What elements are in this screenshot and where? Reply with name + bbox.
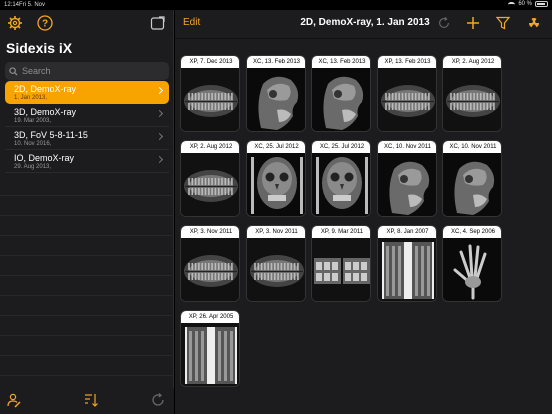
patient-item[interactable]: 3D, FoV 5-8-11-15 10. Nov 2016, — [5, 127, 169, 150]
filter-icon[interactable] — [496, 16, 510, 30]
xray-image — [246, 68, 305, 131]
xray-image — [312, 153, 370, 216]
main-panel: Edit 2D, DemoX-ray, 1. Jan 2013 XP, 7. D… — [175, 10, 552, 414]
sidebar: ? Sidexis iX 2D, DemoX-ray 1. Jan 2013, … — [0, 10, 174, 414]
patient-list: 2D, DemoX-ray 1. Jan 2013, 3D, DemoX-ray… — [0, 81, 174, 173]
xray-image — [246, 238, 305, 301]
xray-thumbnail[interactable]: XP, 7. Dec 2013 — [180, 55, 240, 132]
thumbnail-label: XC, 25. Jul 2012 — [312, 141, 370, 153]
xray-thumbnail[interactable]: XP, 2. Aug 2012 — [442, 55, 502, 132]
xray-thumbnail[interactable]: XC, 25. Jul 2012 — [311, 140, 371, 217]
sort-icon[interactable] — [83, 392, 99, 408]
sidebar-title: Sidexis iX — [6, 40, 73, 56]
battery-icon — [535, 1, 548, 7]
new-window-icon[interactable] — [150, 15, 166, 31]
patient-name: 2D, DemoX-ray — [14, 84, 77, 94]
thumbnail-label: XP, 8. Jan 2007 — [377, 226, 436, 238]
status-date: Fri 5. Nov — [19, 2, 46, 8]
xray-image — [377, 153, 436, 216]
thumbnail-label: XP, 13. Feb 2013 — [377, 56, 436, 68]
xray-thumbnail[interactable]: XC, 10. Nov 2011 — [376, 140, 437, 217]
thumbnail-label: XC, 4. Sep 2006 — [443, 226, 501, 238]
thumbnail-label: XC, 25. Jul 2012 — [246, 141, 305, 153]
thumbnail-label: XP, 2. Aug 2012 — [181, 141, 239, 153]
refresh-icon[interactable] — [150, 392, 166, 408]
xray-thumbnail[interactable]: XP, 2. Aug 2012 — [180, 140, 240, 217]
patient-date: 19. Mar 2003, — [14, 118, 52, 124]
patient-name: IO, DemoX-ray — [14, 153, 75, 163]
add-icon[interactable] — [466, 16, 480, 30]
refresh-icon[interactable] — [437, 16, 451, 30]
xray-image — [181, 68, 239, 131]
thumbnail-label: XP, 2. Aug 2012 — [443, 56, 501, 68]
patient-name: 3D, DemoX-ray — [14, 107, 77, 117]
thumbnail-label: XP, 26. Apr 2005 — [181, 311, 239, 323]
search-input[interactable] — [22, 66, 162, 76]
xray-thumbnail[interactable]: XP, 8. Jan 2007 — [376, 225, 437, 302]
battery-percent: 60 % — [518, 1, 532, 7]
thumbnail-label: XC, 10. Nov 2011 — [443, 141, 501, 153]
xray-thumbnail[interactable]: XP, 9. Mar 2011 — [311, 225, 371, 302]
xray-image — [246, 153, 305, 216]
thumbnail-label: XP, 3. Nov 2011 — [246, 226, 305, 238]
xray-image — [377, 68, 436, 131]
xray-thumbnail[interactable]: XP, 3. Nov 2011 — [180, 225, 240, 302]
xray-thumbnail[interactable]: XC, 25. Jul 2012 — [245, 140, 306, 217]
status-bar: 12:14 Fri 5. Nov 60 % — [0, 0, 552, 10]
xray-thumbnail[interactable]: XC, 4. Sep 2006 — [442, 225, 502, 302]
xray-thumbnail[interactable]: XP, 13. Feb 2013 — [376, 55, 437, 132]
sidebar-toolbar: ? — [0, 10, 174, 38]
help-icon[interactable]: ? — [37, 15, 53, 31]
xray-image — [443, 238, 501, 301]
patient-date: 1. Jan 2013, — [14, 95, 48, 101]
xray-image — [443, 153, 501, 216]
xray-image — [181, 153, 239, 216]
thumbnail-label: XP, 3. Nov 2011 — [181, 226, 239, 238]
patient-item[interactable]: 2D, DemoX-ray 1. Jan 2013, — [5, 81, 169, 104]
xray-image — [181, 238, 239, 301]
user-pen-icon[interactable] — [6, 392, 22, 408]
xray-thumbnail[interactable]: XC, 13. Feb 2013 — [245, 55, 306, 132]
radiation-icon[interactable] — [526, 15, 542, 31]
xray-image — [377, 238, 436, 301]
edit-button[interactable]: Edit — [183, 17, 200, 28]
thumbnail-label: XC, 13. Feb 2013 — [246, 56, 305, 68]
toolbar-divider — [175, 38, 552, 39]
xray-image — [443, 68, 501, 131]
status-right: 60 % — [508, 1, 548, 7]
xray-image — [181, 323, 239, 386]
patient-item[interactable]: IO, DemoX-ray 29. Aug 2013, — [5, 150, 169, 173]
empty-list-rows — [0, 176, 174, 396]
patient-item[interactable]: 3D, DemoX-ray 19. Mar 2003, — [5, 104, 169, 127]
xray-image — [312, 238, 370, 301]
wifi-icon — [508, 1, 516, 7]
thumbnail-label: XP, 9. Mar 2011 — [312, 226, 370, 238]
xray-image — [312, 68, 370, 131]
patient-date: 10. Nov 2016, — [14, 141, 52, 147]
thumbnail-label: XP, 7. Dec 2013 — [181, 56, 239, 68]
xray-thumbnail[interactable]: XP, 3. Nov 2011 — [245, 225, 306, 302]
xray-thumbnail[interactable]: XP, 26. Apr 2005 — [180, 310, 240, 387]
thumbnail-label: XC, 10. Nov 2011 — [377, 141, 436, 153]
thumbnail-label: XC, 13. Feb 2013 — [312, 56, 370, 68]
patient-name: 3D, FoV 5-8-11-15 — [14, 130, 88, 140]
xray-thumbnail[interactable]: XC, 10. Nov 2011 — [442, 140, 502, 217]
patient-date: 29. Aug 2013, — [14, 164, 52, 170]
status-time: 12:14 — [4, 2, 20, 8]
sidebar-bottom-toolbar — [0, 388, 174, 414]
search-icon — [9, 66, 18, 76]
main-toolbar: Edit 2D, DemoX-ray, 1. Jan 2013 — [175, 10, 552, 38]
search-bar[interactable] — [5, 62, 169, 80]
xray-thumbnail[interactable]: XC, 13. Feb 2013 — [311, 55, 371, 132]
svg-text:?: ? — [42, 19, 48, 30]
settings-gear-icon[interactable] — [7, 15, 23, 31]
